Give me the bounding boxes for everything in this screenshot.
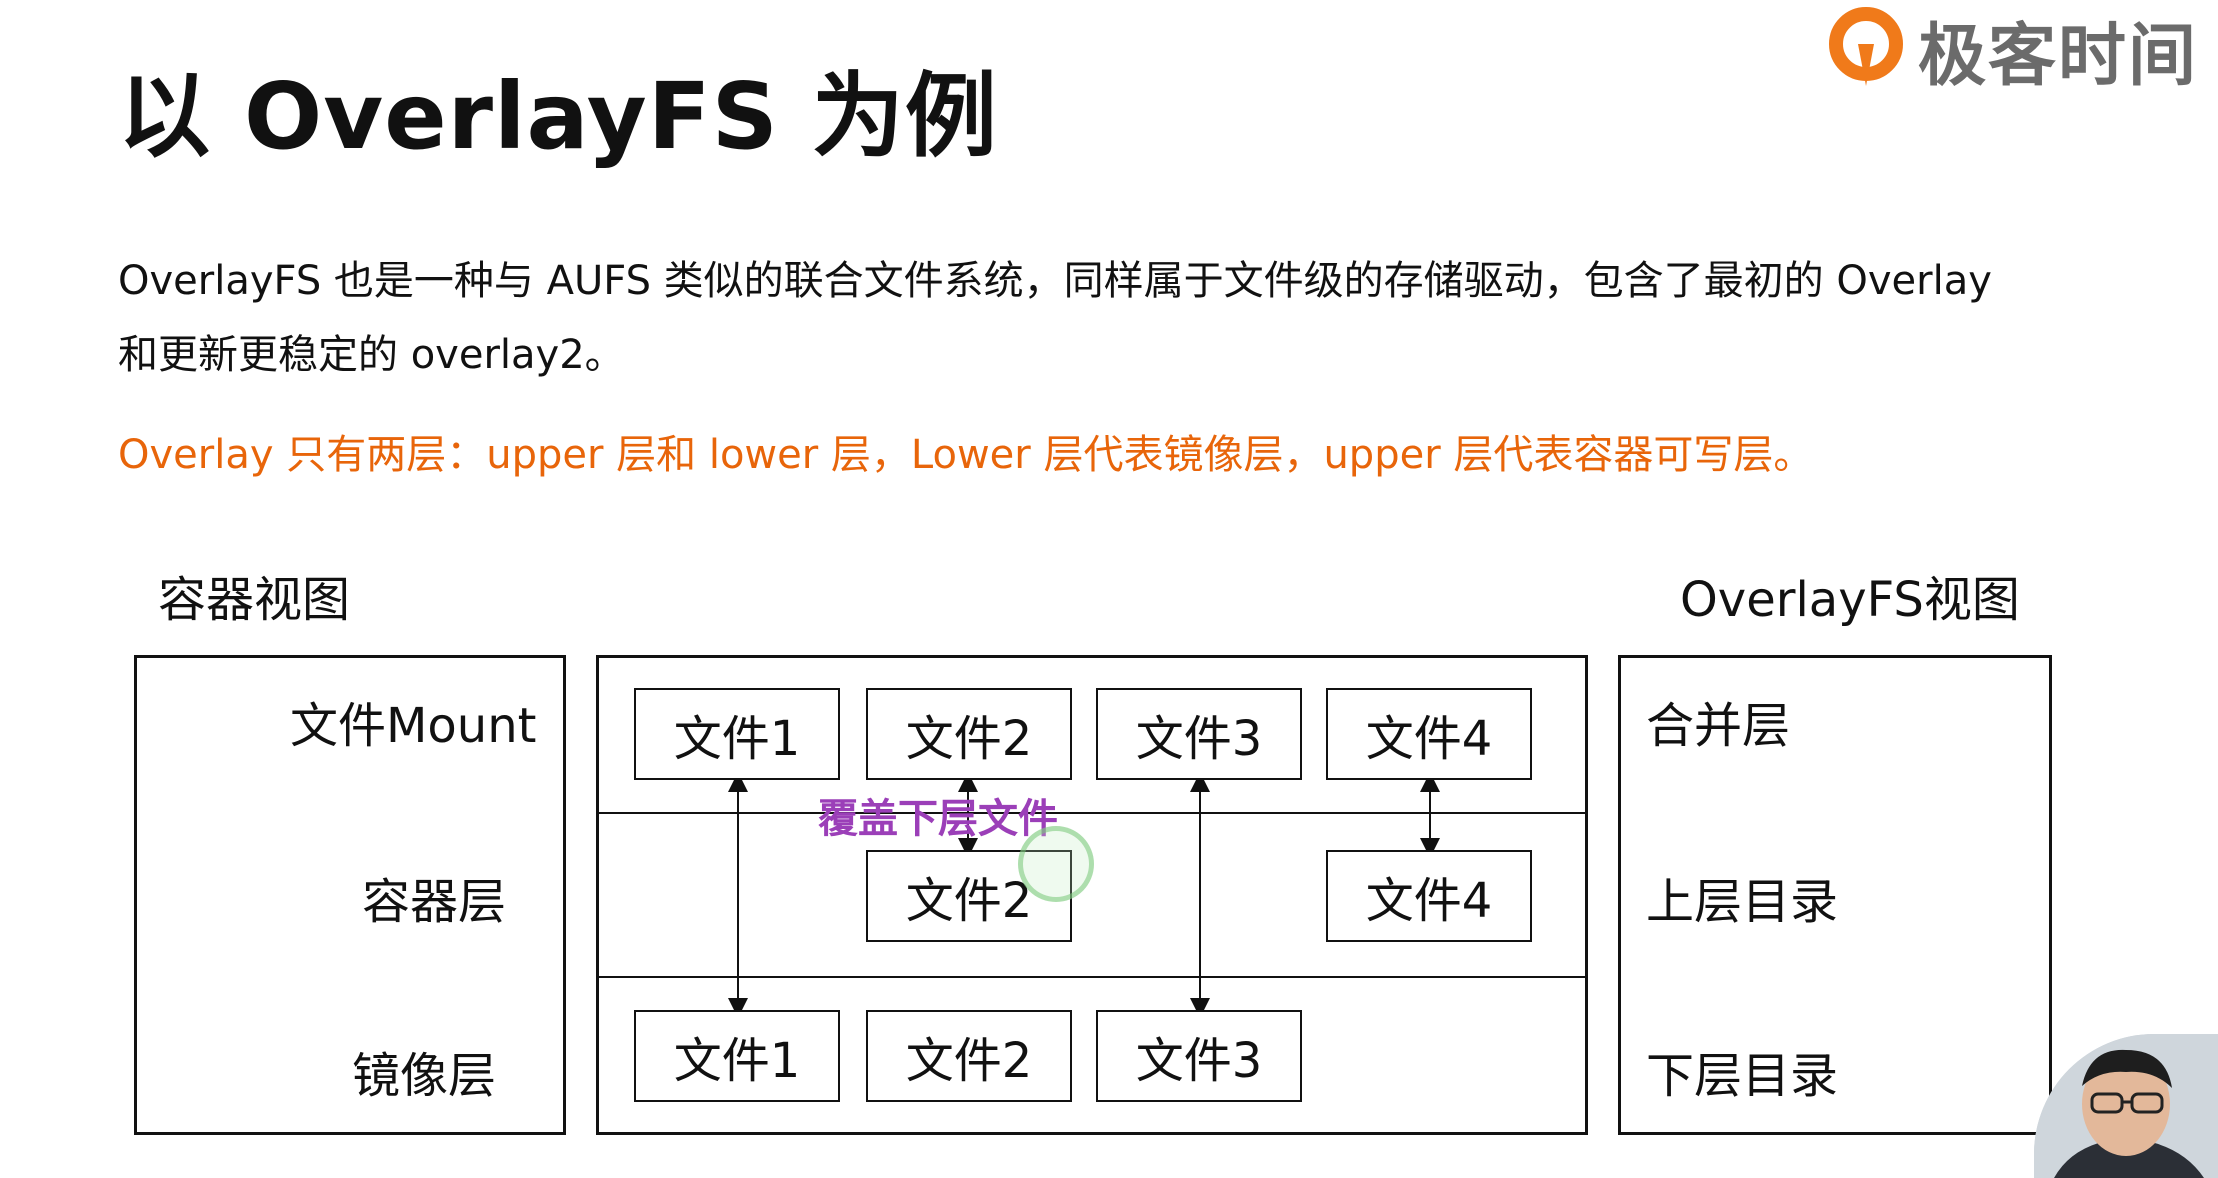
label-upper-dir: 上层目录	[1646, 874, 1839, 930]
mount-file-4: 文件4	[1326, 688, 1532, 780]
slide: 以 OverlayFS 为例 极客时间 OverlayFS 也是一种与 AUFS…	[0, 0, 2218, 1178]
mount-file-3: 文件3	[1096, 688, 1302, 780]
image-file-1: 文件1	[634, 1010, 840, 1102]
pointer-highlight	[1018, 826, 1094, 902]
image-file-3: 文件3	[1096, 1010, 1302, 1102]
container-file-4: 文件4	[1326, 850, 1532, 942]
label-merged-layer: 合并层	[1646, 698, 1791, 754]
label-lower-dir: 下层目录	[1646, 1048, 1839, 1104]
mount-file-2: 文件2	[866, 688, 1072, 780]
override-annotation: 覆盖下层文件	[818, 796, 1058, 842]
overlayfs-diagram: 容器视图 OverlayFS视图 文件Mount 容器层 镜像层 文件1 文件2…	[0, 0, 2218, 1178]
mount-file-1: 文件1	[634, 688, 840, 780]
image-file-2: 文件2	[866, 1010, 1072, 1102]
